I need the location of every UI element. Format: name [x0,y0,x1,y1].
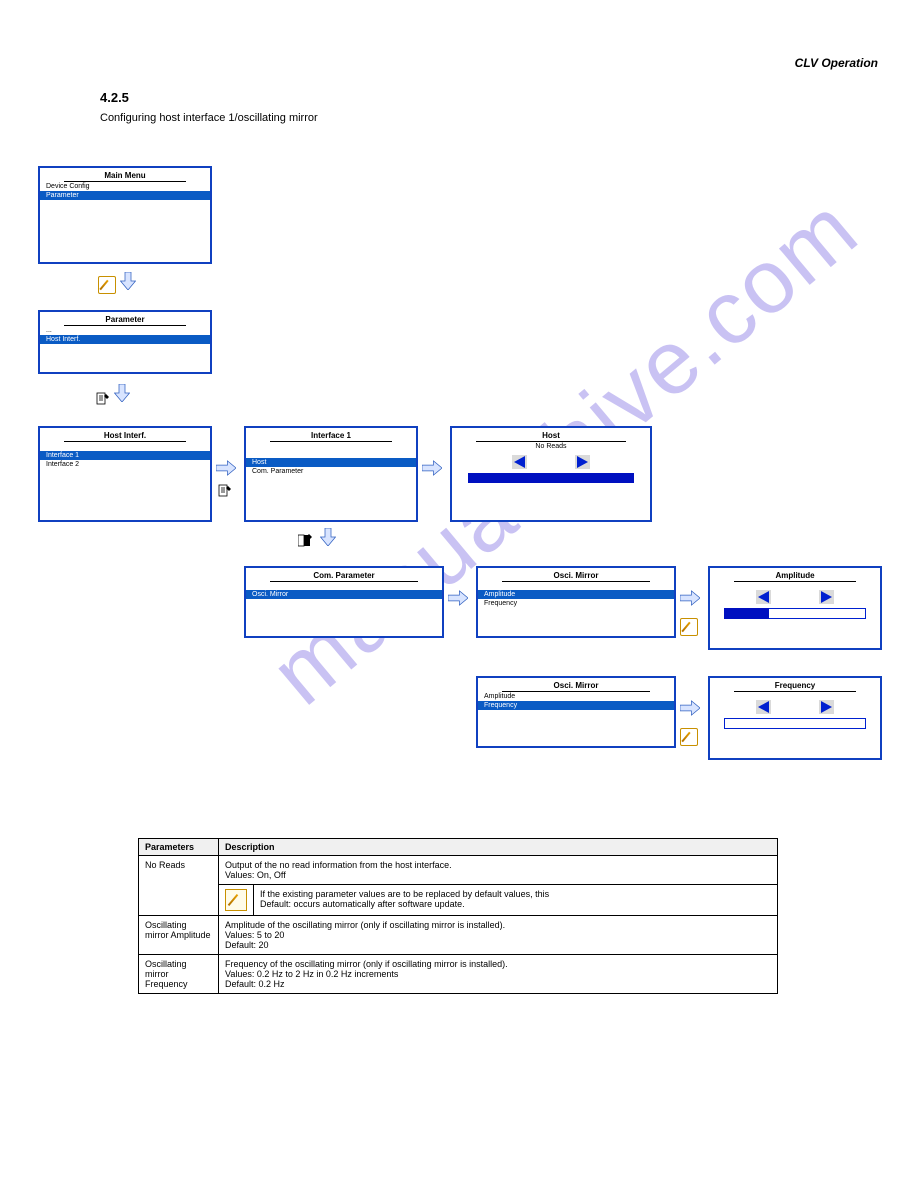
table-row: Oscillating mirror Amplitude Amplitude o… [139,916,778,955]
menu-title: Interface 1 [270,431,392,442]
menu-title: Osci. Mirror [502,571,650,582]
desc-cell: Output of the no read information from t… [219,856,778,885]
pencil-icon [225,889,247,911]
triangle-left-icon[interactable] [756,700,771,714]
list-icon [298,534,312,548]
menu-row: Device Config [40,182,210,191]
desc-cell: Frequency of the oscillating mirror (onl… [219,955,778,994]
menu-row-selected: Frequency [478,701,674,710]
arrow-right-icon [680,700,700,716]
menu-title: Main Menu [64,171,186,182]
menu-parameter: Parameter ... Host Interf. [38,310,212,374]
adjust-bar [724,608,866,619]
menu-row: Interface 2 [40,460,210,469]
triangle-right-icon[interactable] [819,700,834,714]
pencil-icon [98,276,116,294]
param-cell: No Reads [139,856,219,916]
adjust-bar [468,473,634,483]
adjust-arrows [452,455,650,469]
triangle-left-icon[interactable] [756,590,771,604]
triangle-right-icon[interactable] [819,590,834,604]
th-desc: Description [219,839,778,856]
menu-com-param: Com. Parameter Osci. Mirror Amplitude [244,566,444,638]
arrow-right-icon [216,460,236,476]
pencil-icon [680,728,698,746]
triangle-right-icon[interactable] [575,455,590,469]
menu-host: Host No Reads [450,426,652,522]
menu-row-selected: Host [246,458,416,467]
arrow-right-icon [422,460,442,476]
desc-line: Frequency of the oscillating mirror (onl… [225,959,771,969]
triangle-left-icon[interactable] [512,455,527,469]
pencil-icon [680,618,698,636]
menu-osci-1: Osci. Mirror Amplitude Frequency [476,566,676,638]
menu-main: Main Menu Device Config Parameter [38,166,212,264]
menu-title: Osci. Mirror [502,681,650,692]
clipboard-icon [96,392,110,406]
table-row: No Reads Output of the no read informati… [139,856,778,885]
menu-row-selected: Interface 1 [40,451,210,460]
menu-row: Frequency [478,599,674,608]
section-number: 4.2.5 [100,90,129,105]
section-title: Configuring host interface 1/oscillating… [100,112,318,124]
adjust-amplitude: Amplitude [708,566,882,650]
desc-line: Default: occurs automatically after soft… [260,899,465,909]
menu-row: Amplitude [478,692,674,701]
table-row: Oscillating mirror Frequency Frequency o… [139,955,778,994]
menu-title: Host [476,431,626,442]
menu-row: ... [40,326,210,335]
adjust-bar [724,718,866,729]
desc-cell: Amplitude of the oscillating mirror (onl… [219,916,778,955]
menu-row-selected: Parameter [40,191,210,200]
arrow-down-icon [114,384,130,402]
menu-title: Amplitude [734,571,856,582]
legend-table-wrap: Parameters Description No Reads Output o… [138,838,780,994]
adjust-frequency: Frequency [708,676,882,760]
note-cell: If the existing parameter values are to … [254,885,778,916]
menu-title: Frequency [734,681,856,692]
param-cell: Oscillating mirror Frequency [139,955,219,994]
clipboard-icon [218,484,232,498]
desc-line: Values: 0.2 Hz to 2 Hz in 0.2 Hz increme… [225,969,771,979]
menu-row-selected: Osci. Mirror [246,590,442,599]
desc-line: If the existing parameter values are to … [260,889,549,899]
desc-line: Amplitude of the oscillating mirror (onl… [225,920,771,930]
arrow-down-icon [320,528,336,546]
menu-host-interf: Host Interf. Interface 1 Interface 1 Int… [38,426,212,522]
menu-title: Parameter [64,315,186,326]
menu-title: Host Interf. [64,431,186,442]
menu-row-selected: Amplitude [478,590,674,599]
menu-row: No Reads [452,442,650,451]
adjust-arrows [710,590,880,604]
desc-line: Default: 0.2 Hz [225,979,771,989]
arrow-down-icon [120,272,136,290]
arrow-right-icon [448,590,468,606]
menu-title: Com. Parameter [270,571,418,582]
desc-line: Default: 20 [225,940,771,950]
menu-osci-2: Osci. Mirror Amplitude Frequency [476,676,676,748]
table-row: If the existing parameter values are to … [139,885,778,916]
menu-row: Com. Parameter [246,467,416,476]
arrow-right-icon [680,590,700,606]
menu-interface1: Interface 1 Host Com. Parameter [244,426,418,522]
legend-table: Parameters Description No Reads Output o… [138,838,778,994]
adjust-arrows [710,700,880,714]
note-icon-cell [219,885,254,916]
param-cell: Oscillating mirror Amplitude [139,916,219,955]
page-header: CLV Operation [795,56,878,70]
desc-line: Output of the no read information from t… [225,860,771,870]
desc-line: Values: 5 to 20 [225,930,771,940]
desc-line: Values: On, Off [225,870,771,880]
th-param: Parameters [139,839,219,856]
menu-row-selected: Host Interf. [40,335,210,344]
